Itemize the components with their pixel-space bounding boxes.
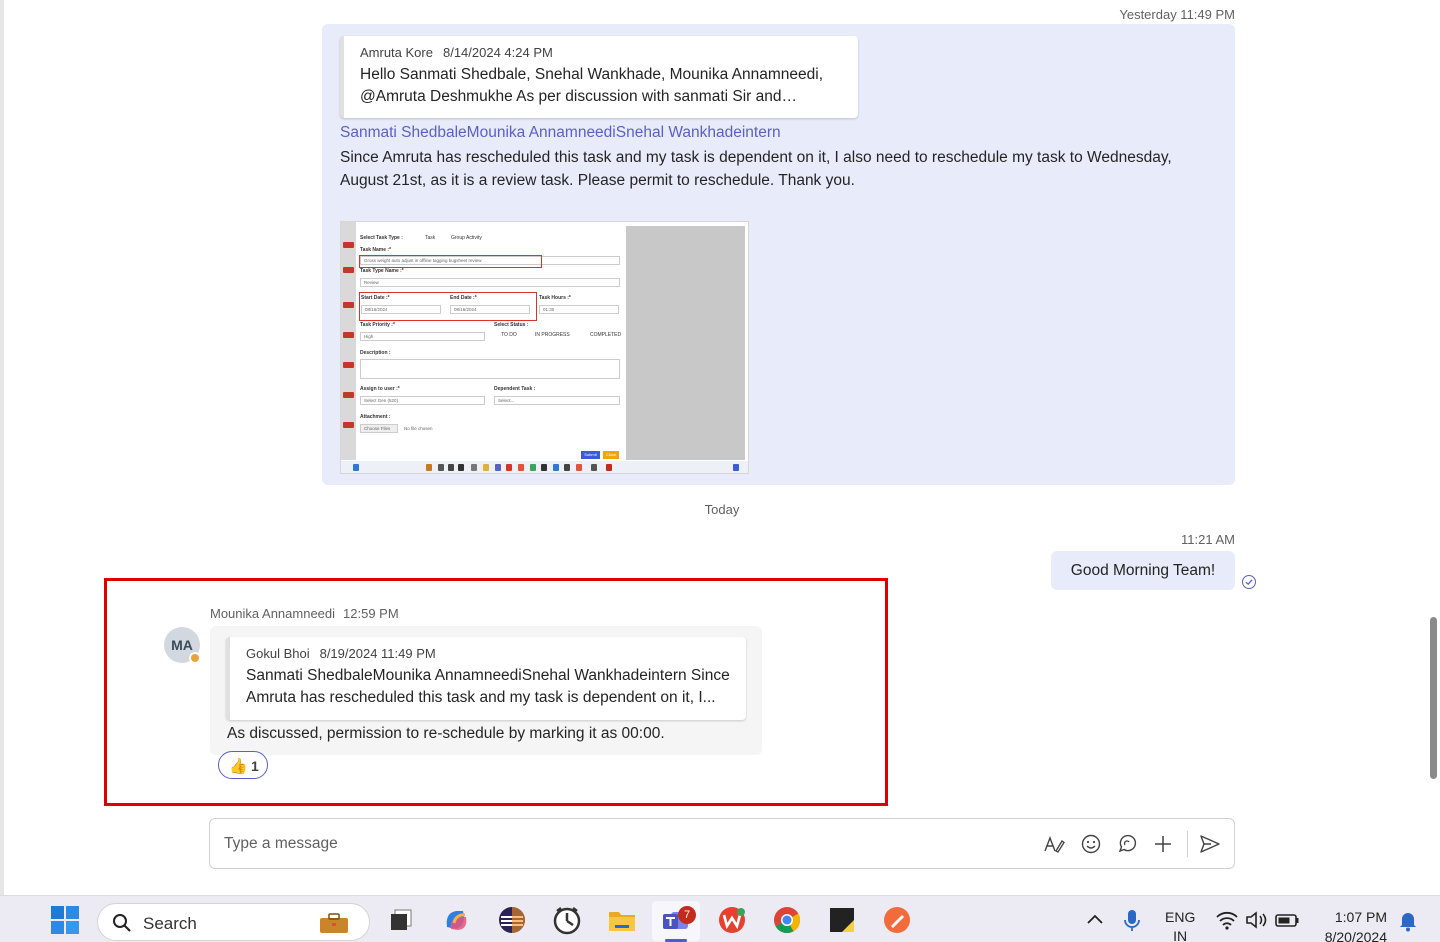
like-reaction-button[interactable]: 👍 1 [218, 751, 268, 779]
embed-label-description: Description : [360, 350, 391, 356]
embed-close-button: Close [603, 451, 619, 459]
quote-text: Hello Sanmati Shedbale, Snehal Wankhade,… [360, 66, 824, 105]
embed-label-priority: Task Priority :* [360, 322, 395, 328]
embed-priority-field: High [360, 332, 485, 341]
seen-check-icon [1242, 575, 1256, 589]
battery-icon[interactable] [1272, 905, 1302, 935]
date-divider-today: Today [704, 502, 740, 517]
lang-line1: ENG [1165, 909, 1196, 925]
reaction-count: 1 [251, 758, 259, 774]
quote-text: Sanmati ShedbaleMounika AnnamneediSnehal… [246, 667, 730, 706]
windows-taskbar: Search 7 ENG IN 1:07 PM 8/20/2024 [0, 895, 1440, 942]
microphone-icon[interactable] [1117, 905, 1147, 935]
embed-taskbar [341, 461, 748, 473]
eclipse-icon[interactable] [497, 905, 527, 935]
sender-name: Mounika Annamneedi [210, 606, 336, 621]
emoji-icon[interactable] [1079, 832, 1103, 856]
chat-scrollbar[interactable] [1430, 617, 1437, 779]
search-label: Search [143, 914, 197, 933]
briefcase-icon [320, 913, 348, 933]
format-icon[interactable] [1042, 832, 1066, 856]
outgoing-message-bubble[interactable]: Amruta Kore 8/14/2024 4:24 PM Hello Sanma… [322, 24, 1235, 485]
embed-dependent-field: Select... [494, 396, 620, 405]
clock-icon[interactable] [552, 905, 582, 935]
quote-author: Gokul Bhoi [246, 646, 310, 661]
chevron-up-icon[interactable] [1080, 905, 1110, 935]
wifi-icon[interactable] [1212, 905, 1242, 935]
quote-time: 8/19/2024 11:49 PM [319, 646, 436, 661]
embed-label-assign: Assign to user :* [360, 386, 400, 392]
embed-red-box-task-name [359, 255, 542, 268]
add-icon[interactable] [1151, 832, 1175, 856]
embed-choose-files: Choose Files [360, 424, 398, 433]
chrome-icon[interactable] [772, 905, 802, 935]
incoming-message-bubble[interactable]: Gokul Bhoi 8/19/2024 11:49 PM Sanmati She… [210, 626, 762, 755]
message-time: 12:59 PM [343, 606, 399, 621]
embed-status-todo: TO DO [501, 332, 517, 338]
embed-label-start: Start Date :* [361, 295, 390, 301]
taskbar-clock[interactable]: 1:07 PM 8/20/2024 [1305, 907, 1387, 942]
embed-label-task-type: Select Task Type : [360, 235, 403, 241]
message-body: Since Amruta has rescheduled this task a… [340, 149, 1172, 189]
language-indicator[interactable]: ENG IN [1165, 908, 1195, 942]
volume-icon[interactable] [1242, 905, 1272, 935]
file-explorer-icon[interactable] [607, 905, 637, 935]
taskbar-search-box[interactable]: Search [97, 903, 370, 941]
embed-task-type-field: Review [360, 278, 620, 287]
lang-line2: IN [1173, 928, 1188, 942]
clock-time: 1:07 PM [1334, 909, 1387, 925]
embed-start-field: 08/16/2024 [361, 305, 441, 314]
quote-author: Amruta Kore [360, 45, 433, 60]
wps-office-icon[interactable] [717, 905, 747, 935]
embed-label-task-type-name: Task Type Name :* [360, 268, 404, 274]
quoted-reply[interactable]: Gokul Bhoi 8/19/2024 11:49 PM Sanmati She… [226, 637, 746, 720]
embed-label-end: End Date :* [450, 295, 477, 301]
good-morning-message[interactable]: Good Morning Team! [1051, 551, 1235, 590]
copilot-icon[interactable] [441, 905, 471, 935]
message-body: As discussed, permission to re-schedule … [227, 725, 665, 742]
quote-time: 8/14/2024 4:24 PM [442, 45, 553, 60]
embed-hours-field: 01:30 [539, 305, 619, 314]
teams-notification-badge: 7 [678, 906, 696, 924]
embed-status-completed: COMPLETED [590, 332, 622, 338]
embed-sidebar-strip [341, 222, 356, 460]
embed-label-attachment: Attachment : [360, 414, 391, 420]
embed-label-status: Select Status : [494, 322, 529, 328]
embed-label-task-name: Task Name :* [360, 247, 392, 253]
embed-opt-task: Task [425, 235, 436, 241]
embed-gray-panel [626, 226, 745, 460]
embed-label-hours: Task Hours :* [539, 295, 571, 301]
embed-no-file: No file chosen [400, 424, 620, 433]
timestamp-good-morning: 11:21 AM [1181, 532, 1235, 547]
embed-label-dependent: Dependent Task : [494, 386, 536, 392]
quoted-reply[interactable]: Amruta Kore 8/14/2024 4:24 PM Hello Sanma… [340, 36, 858, 118]
loop-icon[interactable] [1115, 832, 1139, 856]
windows-start-icon[interactable] [50, 905, 80, 935]
timestamp-yesterday: Yesterday 11:49 PM [1119, 7, 1235, 22]
away-status-badge [189, 652, 201, 664]
embed-status-inprogress: IN PROGRESS [535, 332, 570, 338]
mention-links[interactable]: Sanmati ShedbaleMounika AnnamneediSnehal… [340, 124, 781, 142]
send-icon[interactable] [1198, 832, 1222, 856]
thumbs-up-icon: 👍 [229, 758, 248, 775]
left-edge-divider [0, 0, 4, 895]
sticky-notes-icon[interactable] [827, 905, 857, 935]
clock-date: 8/20/2024 [1324, 929, 1387, 942]
search-icon [113, 914, 131, 932]
embed-opt-group: Group Activity [451, 235, 482, 241]
pen-app-icon[interactable] [882, 905, 912, 935]
embed-assign-field: Select Gen (520) [360, 396, 485, 405]
compose-divider [1187, 831, 1188, 857]
embedded-screenshot-image[interactable]: Select Task Type : Task Group Activity T… [340, 221, 749, 474]
notification-bell-icon[interactable] [1393, 905, 1423, 935]
message-meta: Mounika Annamneedi 12:59 PM [210, 606, 399, 621]
embed-submit-button: Submit [581, 451, 600, 459]
task-view-icon[interactable] [386, 905, 416, 935]
embed-description-field [360, 359, 620, 379]
compose-box[interactable]: Type a message [209, 818, 1235, 869]
embed-end-field: 08/16/2024 [450, 305, 530, 314]
message-input[interactable]: Type a message [224, 835, 338, 853]
